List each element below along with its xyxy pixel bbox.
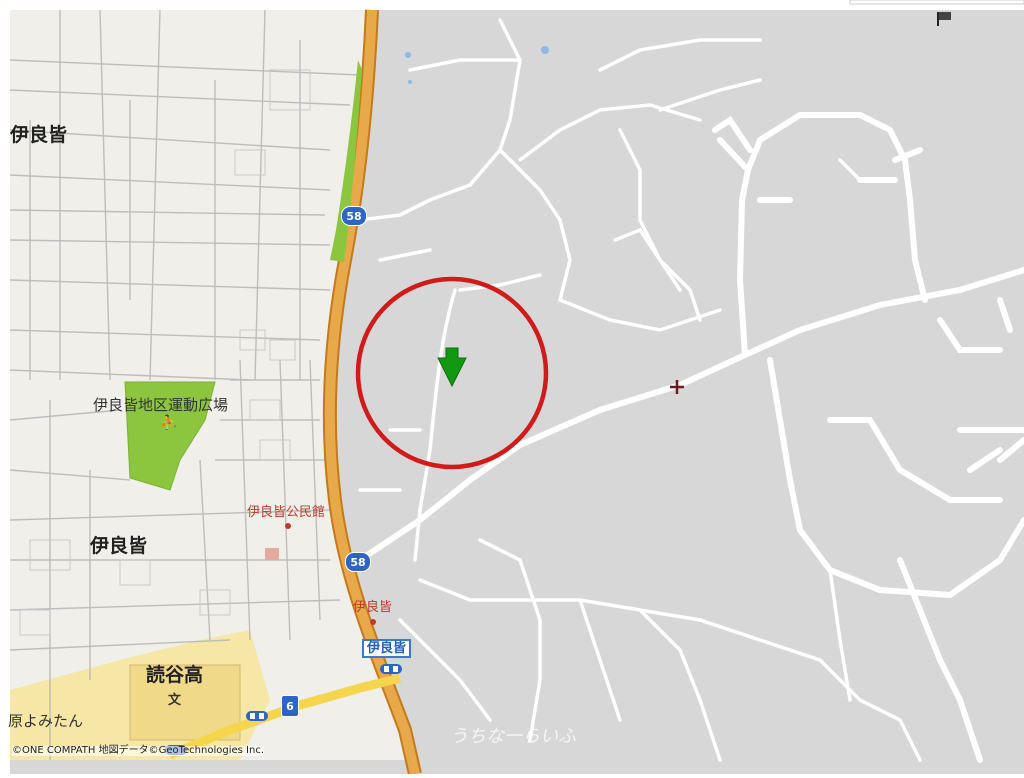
top-right-box [849,0,1024,5]
route-58-badge-top: 58 [341,206,367,226]
place-label-yomitan: 原よみたん [8,712,84,730]
place-label-high-school: 読谷高 [146,664,204,686]
rail-icon-2 [246,711,268,721]
map-canvas[interactable]: 58 58 6 伊良皆 伊良皆 伊良皆地区運動広場 ⛹ 伊良皆公民館 伊良皆 伊… [0,0,1024,776]
station-label[interactable]: 伊良皆 [362,639,412,658]
place-label-bus-stop: 伊良皆 [353,600,393,615]
watermark: うちな一らいふ [450,726,576,747]
school-symbol-icon: 文 [168,693,182,708]
pond-2 [541,46,549,54]
bus-stop-dot [370,619,376,625]
map-svg[interactable] [0,0,1024,776]
left-margin [0,0,10,774]
pond-3 [408,80,412,84]
building-icon [265,548,279,560]
community-hall-dot [285,523,291,529]
place-label-irabina-center: 伊良皆 [90,535,148,557]
place-label-sports-ground: 伊良皆地区運動広場 [93,396,229,414]
route-58-badge-bottom: 58 [345,552,371,572]
place-label-irabina-top: 伊良皆 [10,124,68,146]
rail-icon-1 [380,664,402,674]
map-credit: ©ONE COMPATH 地図データ©GeoTechnologies Inc. [12,745,264,756]
route-6-badge: 6 [281,695,299,717]
park-symbol-icon: ⛹ [160,415,178,431]
place-label-community-hall: 伊良皆公民館 [247,505,326,520]
pond-1 [405,52,411,58]
